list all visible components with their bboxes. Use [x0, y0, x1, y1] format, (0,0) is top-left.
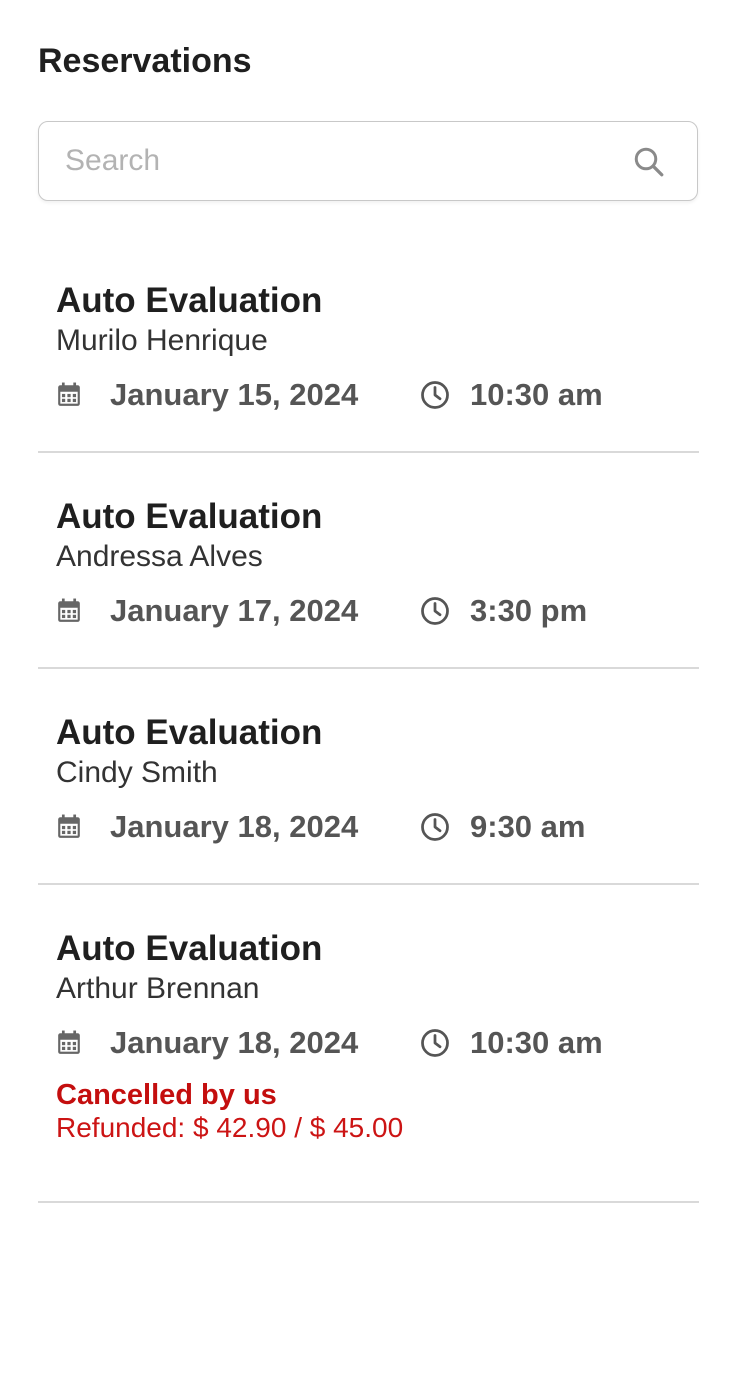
reservation-item[interactable]: Auto Evaluation Arthur Brennan January 1… — [38, 885, 699, 1203]
reservation-title: Auto Evaluation — [56, 281, 323, 320]
reservation-title: Auto Evaluation — [56, 929, 323, 968]
calendar-icon — [58, 814, 80, 838]
reservation-title: Auto Evaluation — [56, 497, 323, 536]
reservation-item[interactable]: Auto Evaluation Murilo Henrique January … — [38, 237, 699, 453]
reservation-time: 3:30 pm — [470, 593, 588, 628]
search-box[interactable] — [38, 121, 698, 201]
reservation-meta: January 18, 2024 10:30 am — [56, 1023, 699, 1063]
reservation-item[interactable]: Auto Evaluation Andressa Alves January 1… — [38, 453, 699, 669]
cancellation-status: Cancelled by us — [56, 1079, 277, 1111]
reservation-time: 10:30 am — [470, 377, 603, 412]
reservation-title: Auto Evaluation — [56, 713, 323, 752]
reservation-date: January 18, 2024 — [110, 809, 359, 844]
clock-icon — [421, 381, 449, 409]
search-input[interactable] — [65, 122, 625, 200]
reservation-meta: January 15, 2024 10:30 am — [56, 375, 699, 415]
search-icon[interactable] — [631, 144, 667, 180]
page-title: Reservations — [38, 42, 252, 80]
calendar-icon — [58, 598, 80, 622]
customer-name: Murilo Henrique — [56, 324, 268, 357]
reservation-meta: January 18, 2024 9:30 am — [56, 807, 699, 847]
reservation-time: 10:30 am — [470, 1025, 603, 1060]
reservation-date: January 15, 2024 — [110, 377, 359, 412]
reservation-list: Auto Evaluation Murilo Henrique January … — [38, 237, 699, 1203]
customer-name: Cindy Smith — [56, 756, 218, 789]
reservation-item[interactable]: Auto Evaluation Cindy Smith January 18, … — [38, 669, 699, 885]
calendar-icon — [58, 382, 80, 406]
clock-icon — [421, 813, 449, 841]
reservation-date: January 17, 2024 — [110, 593, 359, 628]
reservation-date: January 18, 2024 — [110, 1025, 359, 1060]
customer-name: Arthur Brennan — [56, 972, 260, 1005]
clock-icon — [421, 597, 449, 625]
reservation-meta: January 17, 2024 3:30 pm — [56, 591, 699, 631]
clock-icon — [421, 1029, 449, 1057]
refund-amount: Refunded: $ 42.90 / $ 45.00 — [56, 1112, 404, 1143]
calendar-icon — [58, 1030, 80, 1054]
customer-name: Andressa Alves — [56, 540, 263, 573]
reservation-time: 9:30 am — [470, 809, 586, 844]
